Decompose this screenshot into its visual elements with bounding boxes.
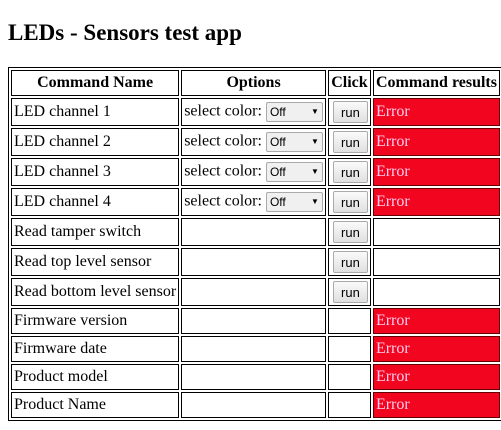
- run-button[interactable]: run: [332, 131, 368, 153]
- command-result: Error: [372, 158, 500, 186]
- dropdown-arrow-icon: ▼: [311, 197, 319, 206]
- command-result: [372, 278, 500, 306]
- run-button[interactable]: run: [332, 281, 368, 303]
- color-select-value: Off: [269, 105, 286, 119]
- options-cell: select color: Off ▼: [181, 158, 326, 186]
- run-button[interactable]: run: [332, 221, 368, 243]
- run-button[interactable]: run: [332, 191, 368, 213]
- command-name: LED channel 1: [11, 98, 180, 126]
- run-button[interactable]: run: [332, 161, 368, 183]
- options-cell: select color: Off ▼: [181, 188, 326, 216]
- select-color-label: select color:: [184, 132, 262, 150]
- command-name: Firmware date: [11, 336, 180, 362]
- command-name: Read top level sensor: [11, 248, 180, 276]
- color-select[interactable]: Off ▼: [265, 132, 323, 152]
- command-name: Product model: [11, 364, 180, 390]
- color-select-value: Off: [269, 165, 286, 179]
- table-row: Product model Error: [11, 364, 500, 390]
- color-select[interactable]: Off ▼: [265, 102, 323, 122]
- color-select-value: Off: [269, 135, 286, 149]
- command-name: Read tamper switch: [11, 218, 180, 246]
- table-row: Firmware date Error: [11, 336, 500, 362]
- select-color-label: select color:: [184, 162, 262, 180]
- dropdown-arrow-icon: ▼: [311, 167, 319, 176]
- command-result: Error: [372, 364, 500, 390]
- command-result: Error: [372, 128, 500, 156]
- options-cell: [181, 308, 326, 334]
- command-result: Error: [372, 98, 500, 126]
- click-cell: run: [327, 158, 371, 186]
- table-row: LED channel 2 select color: Off ▼ run Err…: [11, 128, 500, 156]
- run-button[interactable]: run: [332, 251, 368, 273]
- click-cell: run: [327, 278, 371, 306]
- table-row: LED channel 4 select color: Off ▼ run Err…: [11, 188, 500, 216]
- options-cell: [181, 392, 326, 418]
- table-row: LED channel 1 select color: Off ▼ run Err…: [11, 98, 500, 126]
- command-result: Error: [372, 188, 500, 216]
- table-row: LED channel 3 select color: Off ▼ run Err…: [11, 158, 500, 186]
- click-cell: run: [327, 218, 371, 246]
- select-color-label: select color:: [184, 192, 262, 210]
- command-result: [372, 218, 500, 246]
- run-button[interactable]: run: [332, 101, 368, 123]
- command-name: Firmware version: [11, 308, 180, 334]
- color-select[interactable]: Off ▼: [265, 162, 323, 182]
- click-cell: run: [327, 248, 371, 276]
- command-name: LED channel 4: [11, 188, 180, 216]
- options-cell: [181, 364, 326, 390]
- options-cell: select color: Off ▼: [181, 98, 326, 126]
- table-row: Product Name Error: [11, 392, 500, 418]
- click-cell: run: [327, 128, 371, 156]
- click-cell: [327, 392, 371, 418]
- table-row: Firmware version Error: [11, 308, 500, 334]
- click-cell: [327, 364, 371, 390]
- click-cell: [327, 336, 371, 362]
- click-cell: run: [327, 98, 371, 126]
- options-cell: [181, 218, 326, 246]
- page-title: LEDs - Sensors test app: [8, 20, 242, 45]
- click-cell: run: [327, 188, 371, 216]
- command-name: LED channel 2: [11, 128, 180, 156]
- options-cell: [181, 278, 326, 306]
- command-result: Error: [372, 308, 500, 334]
- table-row: Read tamper switch run: [11, 218, 500, 246]
- color-select[interactable]: Off ▼: [265, 192, 323, 212]
- click-cell: [327, 308, 371, 334]
- command-name: Product Name: [11, 392, 180, 418]
- table-row: Read top level sensor run: [11, 248, 500, 276]
- dropdown-arrow-icon: ▼: [311, 137, 319, 146]
- dropdown-arrow-icon: ▼: [311, 107, 319, 116]
- header-click: Click: [327, 70, 371, 96]
- command-result: [372, 248, 500, 276]
- table-row: Read bottom level sensor run: [11, 278, 500, 306]
- header-row: Command Name Options Click Command resul…: [11, 70, 500, 96]
- command-result: Error: [372, 336, 500, 362]
- options-cell: [181, 248, 326, 276]
- header-command-name: Command Name: [11, 70, 180, 96]
- color-select-value: Off: [269, 195, 286, 209]
- command-result: Error: [372, 392, 500, 418]
- command-name: LED channel 3: [11, 158, 180, 186]
- options-cell: [181, 336, 326, 362]
- command-name: Read bottom level sensor: [11, 278, 180, 306]
- select-color-label: select color:: [184, 102, 262, 120]
- options-cell: select color: Off ▼: [181, 128, 326, 156]
- header-options: Options: [181, 70, 326, 96]
- commands-table: Command Name Options Click Command resul…: [8, 67, 501, 421]
- header-command-results: Command results: [372, 70, 500, 96]
